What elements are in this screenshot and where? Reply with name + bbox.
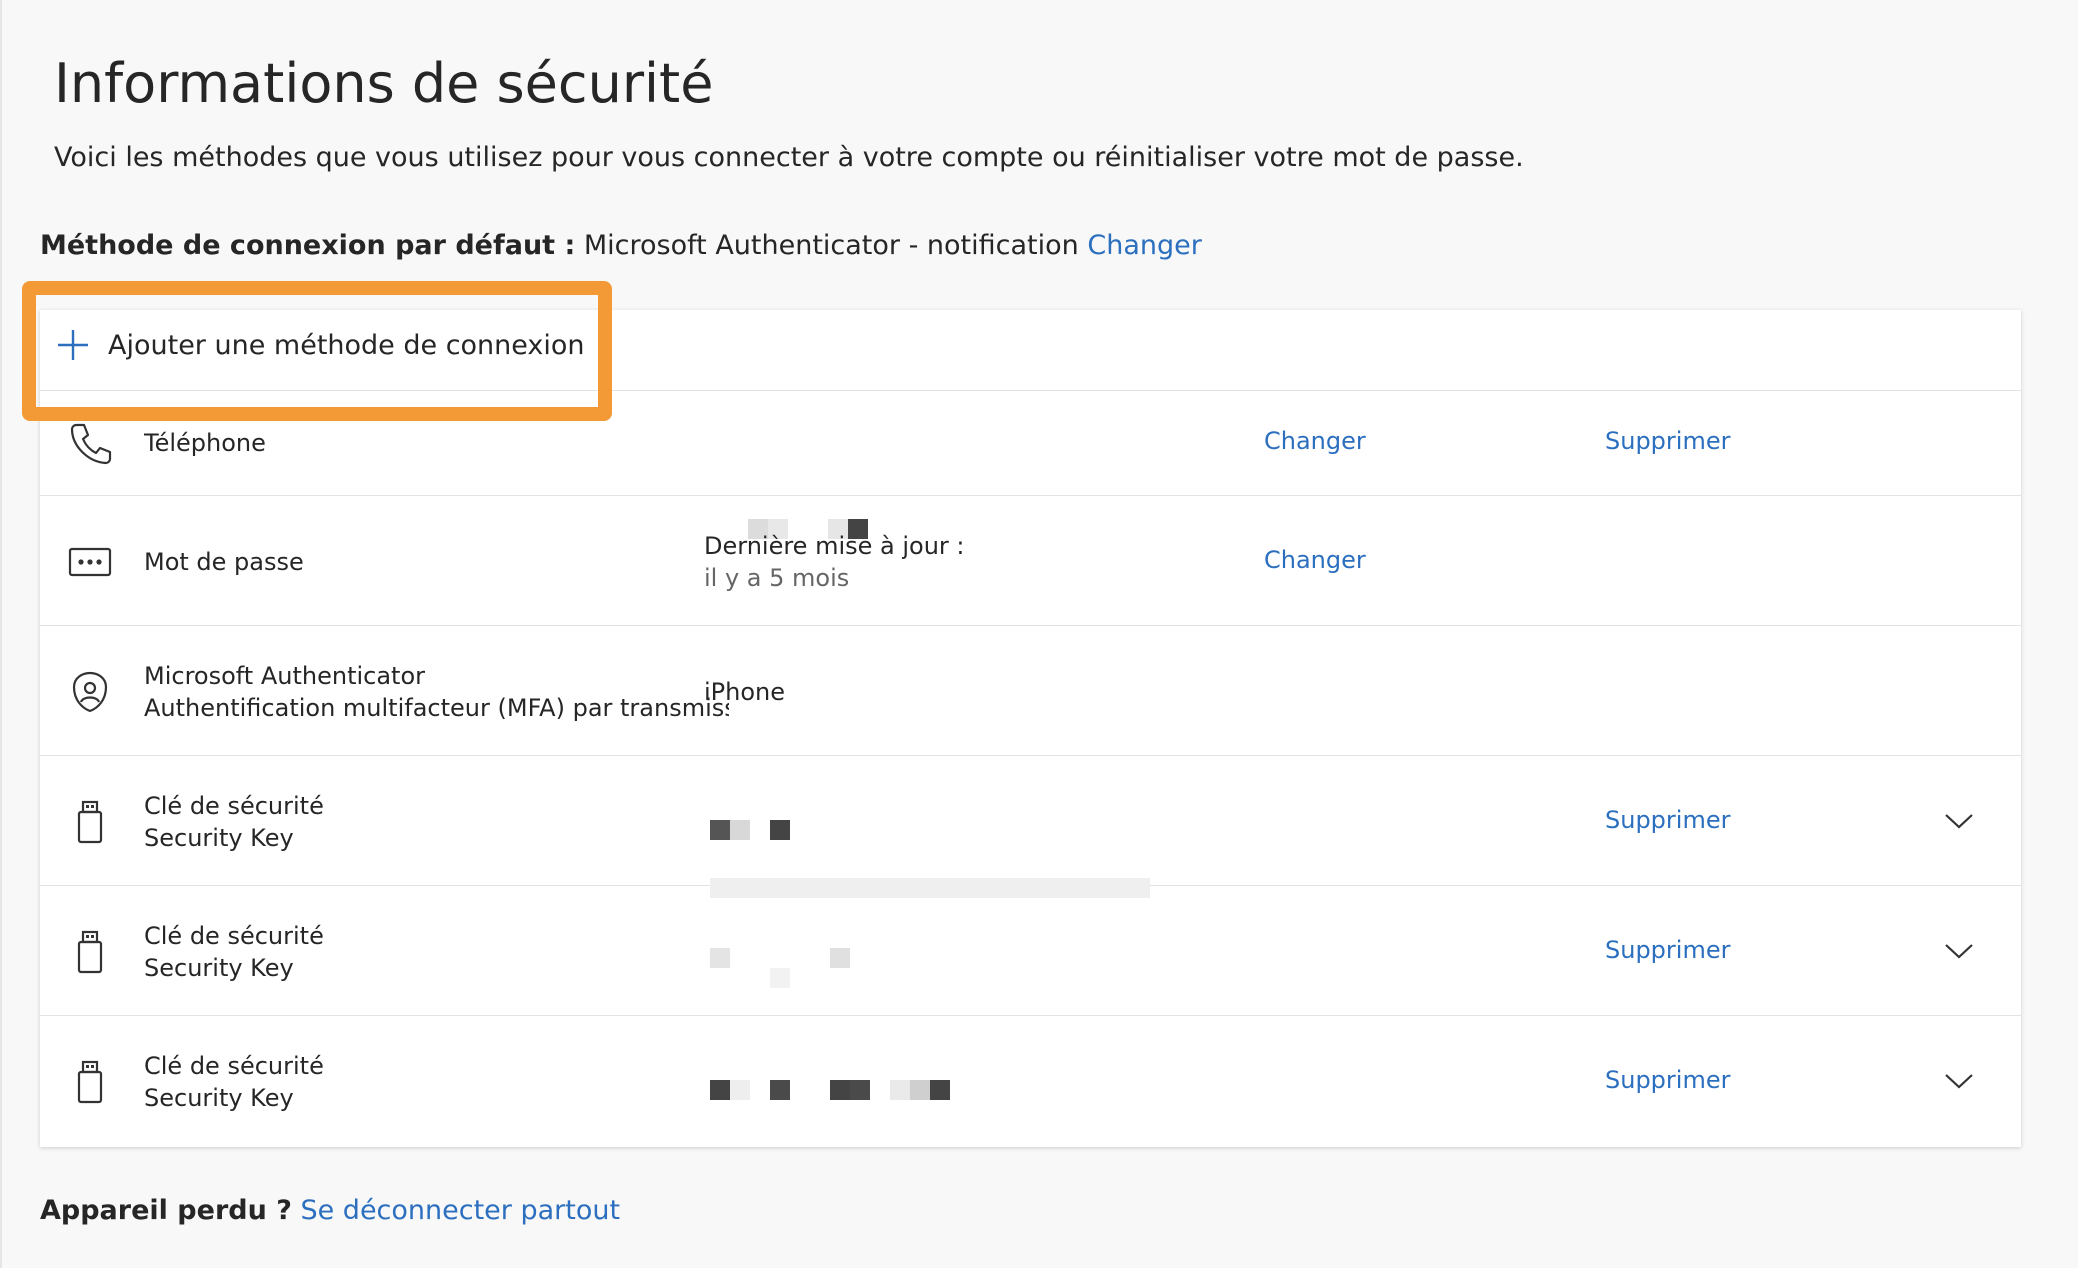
delete-security-key-2-link[interactable]: Supprimer (1605, 936, 1730, 964)
delete-security-key-1-link[interactable]: Supprimer (1605, 806, 1730, 834)
last-updated-label: Dernière mise à jour : (704, 532, 965, 560)
method-name: Clé de sécurité Security Key (144, 790, 729, 854)
redacted-pixel (770, 968, 790, 988)
default-method-label: Méthode de connexion par défaut : (40, 230, 576, 261)
usb-key-icon (68, 1060, 112, 1104)
security-key-name: Clé de sécurité (144, 1052, 324, 1080)
method-row-security-key-2: Clé de sécurité Security Key Supprimer (40, 878, 2021, 1016)
security-key-type: Security Key (144, 954, 294, 982)
sign-out-everywhere-link[interactable]: Se déconnecter partout (300, 1195, 620, 1226)
method-row-security-key-3: Clé de sécurité Security Key Supprimer (40, 1016, 2021, 1147)
redacted-pixel (890, 1080, 910, 1100)
change-phone-link[interactable]: Changer (1264, 427, 1366, 455)
redacted-pixel (710, 948, 730, 968)
change-password-link[interactable]: Changer (1264, 546, 1366, 574)
redacted-pixel (730, 1080, 750, 1100)
lost-device-label: Appareil perdu ? (40, 1195, 292, 1226)
method-row-security-key-1: Clé de sécurité Security Key Supprimer (40, 756, 2021, 886)
page-subtitle: Voici les méthodes que vous utilisez pou… (54, 142, 1524, 173)
authenticator-device: iPhone (704, 678, 786, 706)
method-name: Microsoft Authenticator Authentification… (144, 660, 729, 724)
add-method-row: Ajouter une méthode de connexion (40, 310, 2021, 391)
lost-device-line: Appareil perdu ? Se déconnecter partout (40, 1195, 620, 1226)
phone-icon (68, 421, 112, 465)
authenticator-description: Authentification multifacteur (MFA) par … (144, 694, 729, 722)
authenticator-icon (68, 670, 112, 714)
usb-key-icon (68, 930, 112, 974)
default-method-line: Méthode de connexion par défaut : Micros… (40, 230, 1202, 261)
redacted-strip (710, 878, 1150, 898)
page-title: Informations de sécurité (54, 52, 714, 115)
method-row-phone: Téléphone Changer Supprimer (40, 391, 2021, 539)
method-name: Clé de sécurité Security Key (144, 1050, 729, 1114)
redacted-pixel (910, 1080, 930, 1100)
chevron-down-icon[interactable] (1944, 811, 1974, 831)
redacted-pixel (770, 1080, 790, 1100)
password-icon (68, 540, 112, 584)
method-name: Clé de sécurité Security Key (144, 920, 729, 984)
redacted-pixel (730, 820, 750, 840)
add-method-label: Ajouter une méthode de connexion (108, 329, 585, 361)
add-method-button[interactable]: Ajouter une méthode de connexion (56, 328, 585, 362)
default-method-value: Microsoft Authenticator - notification (583, 230, 1079, 261)
security-key-name: Clé de sécurité (144, 922, 324, 950)
delete-security-key-3-link[interactable]: Supprimer (1605, 1066, 1730, 1094)
redacted-pixel (850, 1080, 870, 1100)
method-row-password: Mot de passe Dernière mise à jour : il y… (40, 496, 2021, 626)
method-name: Mot de passe (144, 548, 304, 576)
redacted-pixel (830, 1080, 850, 1100)
chevron-down-icon[interactable] (1944, 941, 1974, 961)
methods-card: Ajouter une méthode de connexion Télépho… (40, 310, 2021, 1147)
chevron-down-icon[interactable] (1944, 1071, 1974, 1091)
security-info-page: Informations de sécurité Voici les métho… (0, 0, 2078, 1268)
last-updated-value: il y a 5 mois (704, 564, 850, 592)
security-key-name: Clé de sécurité (144, 792, 324, 820)
redacted-pixel (830, 948, 850, 968)
redacted-pixel (930, 1080, 950, 1100)
security-key-type: Security Key (144, 824, 294, 852)
authenticator-name: Microsoft Authenticator (144, 662, 426, 690)
redacted-pixel (710, 1080, 730, 1100)
redacted-pixel (770, 820, 790, 840)
method-name: Téléphone (144, 429, 266, 457)
usb-key-icon (68, 800, 112, 844)
redacted-pixel (710, 820, 730, 840)
security-key-type: Security Key (144, 1084, 294, 1112)
method-detail: Dernière mise à jour : il y a 5 mois (704, 530, 965, 594)
delete-phone-link[interactable]: Supprimer (1605, 427, 1730, 455)
default-method-change-link[interactable]: Changer (1087, 230, 1201, 261)
plus-icon (58, 330, 88, 360)
method-row-authenticator: Microsoft Authenticator Authentification… (40, 626, 2021, 756)
